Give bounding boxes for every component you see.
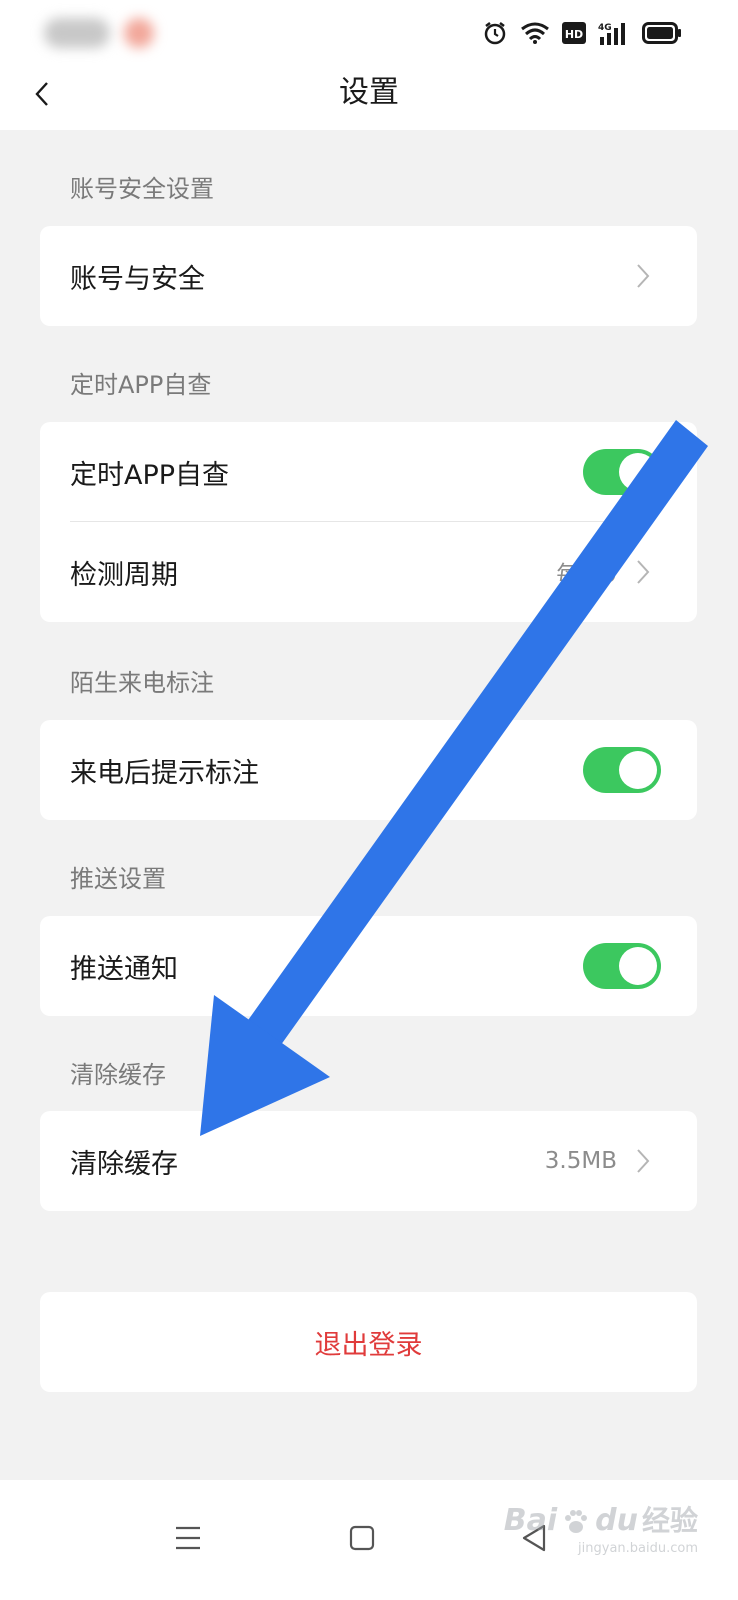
cache-size-value: 3.5MB <box>544 1148 617 1174</box>
page-title: 设置 <box>339 75 399 110</box>
paw-icon <box>565 1510 588 1533</box>
blurred-notification-icon <box>124 18 154 48</box>
push-notification-toggle[interactable] <box>583 943 661 989</box>
toggle-knob <box>619 947 657 985</box>
watermark-cn: 经验 <box>641 1504 698 1537</box>
wifi-icon <box>521 22 549 44</box>
recent-apps-button[interactable] <box>158 1508 218 1568</box>
logout-label: 退出登录 <box>314 1329 423 1361</box>
card-account-security: 账号与安全 <box>40 226 697 326</box>
menu-icon <box>176 1526 200 1550</box>
logout-button[interactable]: 退出登录 <box>40 1292 697 1392</box>
chevron-right-icon <box>637 560 650 584</box>
row-label: 来电后提示标注 <box>70 757 259 789</box>
baidu-jingyan-watermark: Bai du 经验 jingyan.baidu.com <box>503 1503 698 1557</box>
section-title-app-self-check: 定时APP自查 <box>70 371 212 399</box>
row-label: 检测周期 <box>70 559 178 591</box>
home-square-icon <box>349 1525 375 1551</box>
system-nav-bar <box>0 1480 738 1600</box>
card-logout: 退出登录 <box>40 1292 697 1392</box>
row-label: 清除缓存 <box>70 1148 178 1180</box>
call-mark-prompt-toggle[interactable] <box>583 747 661 793</box>
row-label: 账号与安全 <box>70 263 205 295</box>
watermark-url: jingyan.baidu.com <box>578 1541 698 1556</box>
detection-period-value: 每天9 <box>556 562 617 588</box>
top-bar: HD 4G 设置 <box>0 0 738 130</box>
alarm-icon <box>484 22 506 45</box>
row-account-and-security[interactable]: 账号与安全 <box>40 226 697 326</box>
status-bar: HD 4G <box>0 0 738 62</box>
watermark-brand-suffix: du <box>595 1503 638 1538</box>
card-clear-cache: 清除缓存 3.5MB <box>40 1111 697 1211</box>
section-title-account-security: 账号安全设置 <box>70 175 214 203</box>
home-button[interactable] <box>332 1508 392 1568</box>
hd-icon: HD <box>562 22 586 44</box>
card-stranger-call: 来电后提示标注 <box>40 720 697 820</box>
status-icons: HD 4G <box>482 18 682 48</box>
toggle-knob <box>619 453 657 491</box>
section-title-push-settings: 推送设置 <box>70 865 166 893</box>
card-push-settings: 推送通知 <box>40 916 697 1016</box>
section-title-stranger-call: 陌生来电标注 <box>70 669 214 697</box>
section-title-clear-cache: 清除缓存 <box>70 1061 166 1089</box>
row-push-notification: 推送通知 <box>40 916 697 1016</box>
row-app-self-check: 定时APP自查 <box>40 422 697 522</box>
toggle-knob <box>619 751 657 789</box>
row-label: 推送通知 <box>70 953 178 985</box>
chevron-right-icon <box>637 1149 650 1173</box>
row-detection-period[interactable]: 检测周期 每天9 <box>40 522 697 622</box>
chevron-right-icon <box>637 264 650 288</box>
signal-4g-icon: 4G <box>598 23 625 45</box>
row-clear-cache[interactable]: 清除缓存 3.5MB <box>40 1111 697 1211</box>
blurred-time <box>44 18 110 48</box>
card-app-self-check: 定时APP自查 检测周期 每天9 <box>40 422 697 622</box>
network-type-label: 4G <box>598 23 612 33</box>
battery-icon <box>642 22 681 44</box>
row-call-mark-prompt: 来电后提示标注 <box>40 720 697 820</box>
app-self-check-toggle[interactable] <box>583 449 661 495</box>
watermark-brand: Bai <box>503 1503 558 1538</box>
row-label: 定时APP自查 <box>70 459 230 491</box>
hd-label: HD <box>565 28 583 41</box>
